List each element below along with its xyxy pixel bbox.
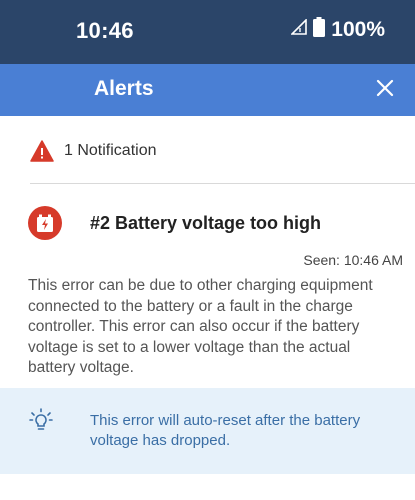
page-title: Alerts [94,77,154,100]
battery-percent: 100% [331,17,385,41]
close-icon [376,79,394,102]
warning-icon [30,140,54,167]
alert-description: This error can be due to other charging … [28,277,373,376]
notification-count: 1 Notification [64,142,157,159]
seen-timestamp: Seen: 10:46 AM [303,252,403,268]
battery-charging-icon [28,206,62,240]
divider [30,183,415,184]
signal-icon [290,18,308,40]
status-time: 10:46 [76,18,134,43]
close-button[interactable] [371,76,399,104]
hint-text: This error will auto-reset after the bat… [90,412,361,449]
battery-icon [313,17,326,42]
app-bar: Alerts [0,64,415,116]
alert-title: #2 Battery voltage too high [90,213,322,233]
hint-box: This error will auto-reset after the bat… [0,388,415,474]
status-bar: 10:46 100% [0,0,415,64]
notification-summary: 1 Notification [0,116,415,186]
lightbulb-icon [29,408,53,439]
status-indicators: 100% [290,17,385,42]
